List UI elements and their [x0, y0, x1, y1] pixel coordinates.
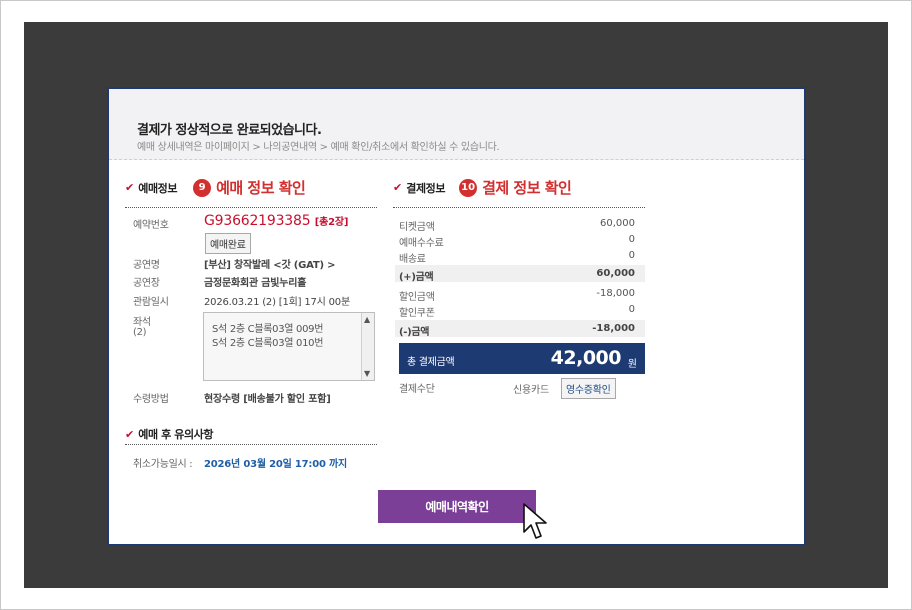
booking-annotation: 예매 정보 확인	[216, 179, 306, 197]
completion-subtitle: 예매 상세내역은 마이페이지 > 나의공연내역 > 예매 확인/취소에서 확인하…	[137, 142, 500, 153]
plus-amount-label: (+)금액	[399, 272, 434, 283]
payment-divider	[393, 207, 645, 208]
booking-number: G93662193385 [총2장]	[204, 213, 348, 229]
mouse-cursor-icon	[523, 503, 547, 539]
discount-value: -18,000	[596, 288, 635, 299]
completion-header: 결제가 정상적으로 완료되었습니다. 예매 상세내역은 마이페이지 > 나의공연…	[109, 89, 804, 160]
check-icon: ✔	[125, 181, 135, 194]
payment-complete-panel: 결제가 정상적으로 완료되었습니다. 예매 상세내역은 마이페이지 > 나의공연…	[107, 87, 806, 546]
seat-label: 좌석	[133, 317, 151, 328]
cancel-label: 취소가능일시 :	[133, 459, 193, 470]
total-label: 총 결제금액	[407, 357, 455, 368]
cancel-deadline: 2026년 03월 20일 17:00 까지	[204, 459, 348, 470]
completion-title: 결제가 정상적으로 완료되었습니다.	[137, 123, 322, 138]
booking-section-header: ✔ 예매정보 9 예매 정보 확인	[125, 177, 306, 198]
seat-list-box[interactable]: S석 2층 C블록03열 009번 S석 2층 C블록03열 010번 ▲ ▼	[203, 312, 375, 381]
pickup-method: 현장수령 [배송불가 할인 포함]	[204, 394, 331, 405]
payment-method-label: 결제수단	[399, 384, 435, 395]
step-badge-9: 9	[193, 178, 212, 197]
booking-no-label: 예약번호	[133, 220, 169, 231]
ticket-count: [총2장]	[314, 217, 349, 228]
date-label: 관람일시	[133, 297, 169, 308]
pickup-label: 수령방법	[133, 394, 169, 405]
notice-divider	[125, 444, 377, 445]
seat-count: (2)	[133, 327, 147, 338]
delivery-fee-value: 0	[628, 250, 635, 261]
confirm-booking-button[interactable]: 예매내역확인	[378, 490, 536, 523]
total-payment-bar: 총 결제금액 42,000 원	[399, 343, 645, 374]
check-icon: ✔	[393, 181, 403, 194]
booking-divider	[125, 207, 377, 208]
booking-fee-value: 0	[628, 234, 635, 245]
scroll-down-icon[interactable]: ▼	[364, 369, 370, 378]
delivery-fee-label: 배송료	[399, 254, 426, 265]
booking-fee-label: 예매수수료	[399, 238, 444, 249]
plus-amount-value: 60,000	[596, 268, 635, 279]
booking-number-value: G93662193385	[204, 213, 311, 229]
show-name: [부산] 창작발레 <갓 (GAT) >	[204, 260, 336, 271]
ticket-price-label: 티켓금액	[399, 222, 435, 233]
booking-section-title: 예매정보	[138, 181, 178, 195]
show-name-label: 공연명	[133, 260, 160, 271]
seat-scrollbar[interactable]: ▲ ▼	[361, 313, 374, 380]
coupon-value: 0	[628, 304, 635, 315]
receipt-button[interactable]: 영수증확인	[561, 378, 616, 399]
total-unit: 원	[627, 359, 637, 370]
discount-label: 할인금액	[399, 292, 435, 303]
booking-status-button[interactable]: 예매완료	[205, 233, 251, 254]
step-badge-10: 10	[459, 178, 478, 197]
venue: 금정문화회관 금빛누리홀	[204, 278, 307, 289]
payment-method-value: 신용카드	[513, 385, 549, 396]
minus-amount-label: (-)금액	[399, 327, 430, 338]
notice-section-title: 예매 후 유의사항	[138, 428, 214, 441]
check-icon: ✔	[125, 427, 135, 441]
seat-item: S석 2층 C블록03열 010번	[212, 338, 324, 349]
minus-amount-value: -18,000	[592, 323, 635, 334]
payment-section-title: 결제정보	[406, 181, 446, 195]
seat-item: S석 2층 C블록03열 009번	[212, 324, 324, 335]
payment-section-header: ✔ 결제정보 10 결제 정보 확인	[393, 177, 572, 198]
scroll-up-icon[interactable]: ▲	[364, 315, 370, 324]
show-date: 2026.03.21 (2) [1회] 17시 00분	[204, 297, 350, 308]
venue-label: 공연장	[133, 278, 160, 289]
coupon-label: 할인쿠폰	[399, 308, 435, 319]
ticket-price-value: 60,000	[600, 218, 635, 229]
total-amount: 42,000	[550, 347, 622, 369]
notice-section-header: ✔ 예매 후 유의사항	[125, 426, 214, 442]
payment-annotation: 결제 정보 확인	[482, 179, 572, 197]
